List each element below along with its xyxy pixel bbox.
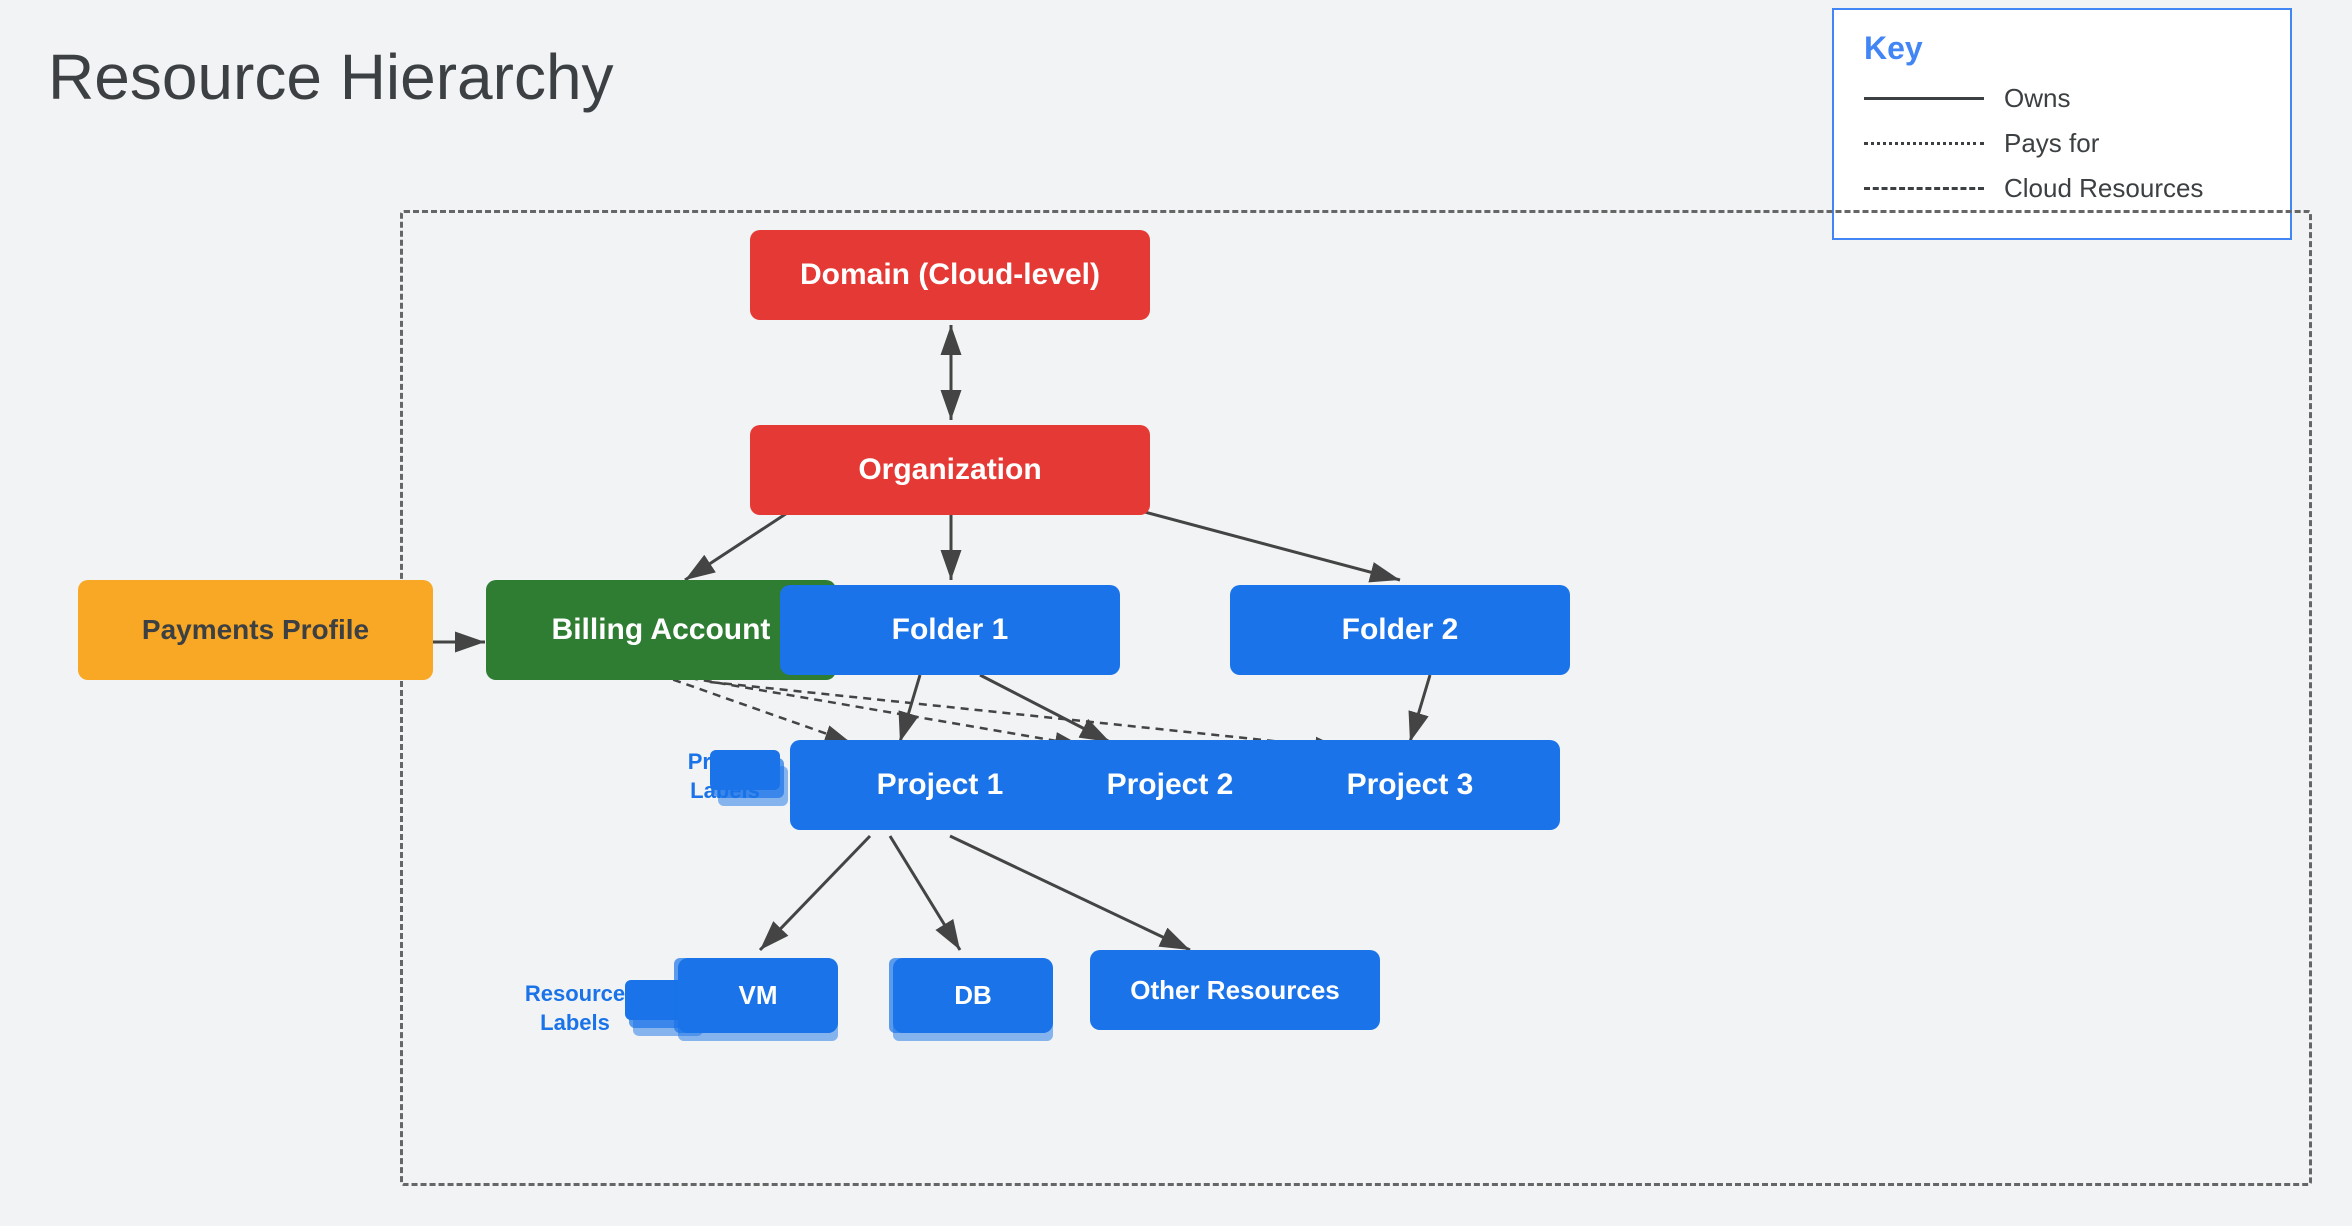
domain-node: Domain (Cloud-level) (750, 230, 1150, 320)
payments-profile-node: Payments Profile (78, 580, 433, 680)
folder1-node: Folder 1 (780, 585, 1120, 675)
folder2-node: Folder 2 (1230, 585, 1570, 675)
organization-node: Organization (750, 425, 1150, 515)
owns-line-icon (1864, 97, 1984, 100)
vm-node: VM (678, 958, 838, 1033)
owns-label: Owns (2004, 83, 2070, 114)
db-node: DB (893, 958, 1053, 1033)
other-resources-node: Other Resources (1090, 950, 1380, 1030)
key-item-owns: Owns (1864, 83, 2260, 114)
project3-node: Project 3 (1260, 740, 1560, 830)
key-title: Key (1864, 30, 2260, 67)
page-title: Resource Hierarchy (48, 40, 614, 114)
diagram: Payments Profile Billing Account Domain … (30, 130, 2322, 1196)
